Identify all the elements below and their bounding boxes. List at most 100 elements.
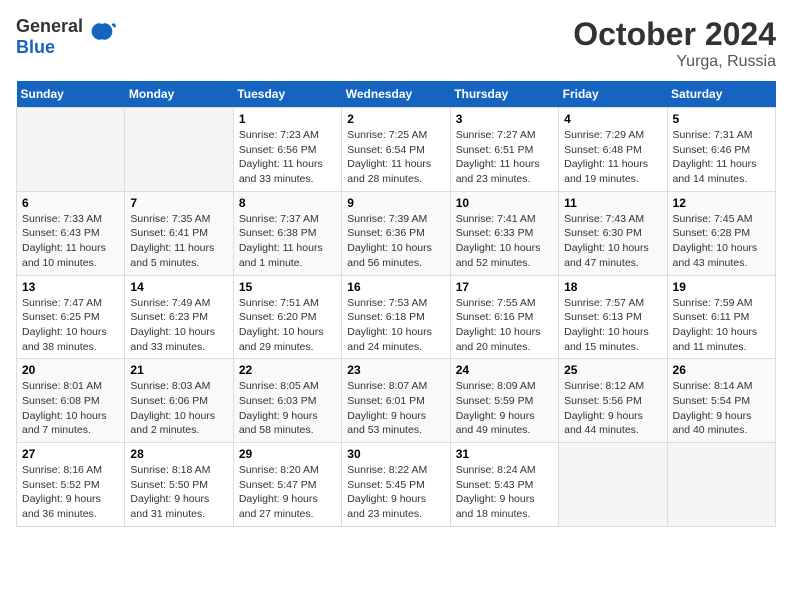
weekday-header-wednesday: Wednesday bbox=[342, 81, 450, 108]
calendar-cell: 21 Sunrise: 8:03 AMSunset: 6:06 PMDayligh… bbox=[125, 359, 233, 443]
calendar-week-row-2: 6Sunrise: 7:33 AMSunset: 6:43 PMDaylight… bbox=[17, 191, 776, 275]
calendar-cell: 2Sunrise: 7:25 AMSunset: 6:54 PMDaylight… bbox=[342, 108, 450, 192]
calendar-cell: 12 Sunrise: 7:45 AMSunset: 6:28 PMDayligh… bbox=[667, 191, 775, 275]
day-number: 25 bbox=[564, 363, 661, 377]
day-info: Sunrise: 8:09 AMSunset: 5:59 PMDaylight:… bbox=[456, 379, 553, 438]
day-info: Sunrise: 8:24 AMSunset: 5:43 PMDaylight:… bbox=[456, 463, 553, 522]
day-number: 9 bbox=[347, 196, 444, 210]
day-number: 16 bbox=[347, 280, 444, 294]
day-info: Sunrise: 7:45 AMSunset: 6:28 PMDaylight:… bbox=[673, 212, 770, 271]
calendar-cell: 14 Sunrise: 7:49 AMSunset: 6:23 PMDayligh… bbox=[125, 275, 233, 359]
day-info: Sunrise: 8:05 AMSunset: 6:03 PMDaylight:… bbox=[239, 379, 336, 438]
calendar-cell: 6Sunrise: 7:33 AMSunset: 6:43 PMDaylight… bbox=[17, 191, 125, 275]
calendar-cell: 18 Sunrise: 7:57 AMSunset: 6:13 PMDayligh… bbox=[559, 275, 667, 359]
calendar-cell: 22 Sunrise: 8:05 AMSunset: 6:03 PMDayligh… bbox=[233, 359, 341, 443]
day-info: Sunrise: 7:47 AMSunset: 6:25 PMDaylight:… bbox=[22, 296, 119, 355]
logo-blue: Blue bbox=[16, 37, 55, 57]
day-info: Sunrise: 7:49 AMSunset: 6:23 PMDaylight:… bbox=[130, 296, 227, 355]
day-number: 28 bbox=[130, 447, 227, 461]
day-info: Sunrise: 8:12 AMSunset: 5:56 PMDaylight:… bbox=[564, 379, 661, 438]
day-number: 10 bbox=[456, 196, 553, 210]
day-number: 7 bbox=[130, 196, 227, 210]
calendar-week-row-5: 27Sunrise: 8:16 AMSunset: 5:52 PMDayligh… bbox=[17, 443, 776, 527]
weekday-header-sunday: Sunday bbox=[17, 81, 125, 108]
day-number: 23 bbox=[347, 363, 444, 377]
day-number: 19 bbox=[673, 280, 770, 294]
calendar-cell: 28 Sunrise: 8:18 AMSunset: 5:50 PMDayligh… bbox=[125, 443, 233, 527]
day-info: Sunrise: 8:22 AMSunset: 5:45 PMDaylight:… bbox=[347, 463, 444, 522]
calendar-cell bbox=[559, 443, 667, 527]
day-info: Sunrise: 8:01 AMSunset: 6:08 PMDaylight:… bbox=[22, 379, 119, 438]
day-number: 17 bbox=[456, 280, 553, 294]
day-info: Sunrise: 7:59 AMSunset: 6:11 PMDaylight:… bbox=[673, 296, 770, 355]
calendar-cell: 16 Sunrise: 7:53 AMSunset: 6:18 PMDayligh… bbox=[342, 275, 450, 359]
day-info: Sunrise: 7:37 AMSunset: 6:38 PMDaylight:… bbox=[239, 212, 336, 271]
calendar-cell: 13 Sunrise: 7:47 AMSunset: 6:25 PMDayligh… bbox=[17, 275, 125, 359]
day-info: Sunrise: 7:31 AMSunset: 6:46 PMDaylight:… bbox=[673, 128, 770, 187]
bird-icon bbox=[87, 19, 117, 55]
calendar-cell: 11 Sunrise: 7:43 AMSunset: 6:30 PMDayligh… bbox=[559, 191, 667, 275]
weekday-header-tuesday: Tuesday bbox=[233, 81, 341, 108]
calendar-cell bbox=[125, 108, 233, 192]
day-info: Sunrise: 7:29 AMSunset: 6:48 PMDaylight:… bbox=[564, 128, 661, 187]
day-number: 18 bbox=[564, 280, 661, 294]
page-header: General Blue October 2024 Yurga, Russia bbox=[16, 16, 776, 71]
day-info: Sunrise: 8:20 AMSunset: 5:47 PMDaylight:… bbox=[239, 463, 336, 522]
calendar-week-row-4: 20 Sunrise: 8:01 AMSunset: 6:08 PMDayligh… bbox=[17, 359, 776, 443]
calendar-cell: 27Sunrise: 8:16 AMSunset: 5:52 PMDayligh… bbox=[17, 443, 125, 527]
day-number: 4 bbox=[564, 112, 661, 126]
calendar-cell: 29 Sunrise: 8:20 AMSunset: 5:47 PMDayligh… bbox=[233, 443, 341, 527]
weekday-header-row: SundayMondayTuesdayWednesdayThursdayFrid… bbox=[17, 81, 776, 108]
calendar-cell: 30Sunrise: 8:22 AMSunset: 5:45 PMDayligh… bbox=[342, 443, 450, 527]
day-number: 21 bbox=[130, 363, 227, 377]
day-number: 14 bbox=[130, 280, 227, 294]
calendar-table: SundayMondayTuesdayWednesdayThursdayFrid… bbox=[16, 81, 776, 527]
day-info: Sunrise: 7:57 AMSunset: 6:13 PMDaylight:… bbox=[564, 296, 661, 355]
day-info: Sunrise: 7:51 AMSunset: 6:20 PMDaylight:… bbox=[239, 296, 336, 355]
day-info: Sunrise: 7:43 AMSunset: 6:30 PMDaylight:… bbox=[564, 212, 661, 271]
weekday-header-monday: Monday bbox=[125, 81, 233, 108]
day-number: 5 bbox=[673, 112, 770, 126]
day-info: Sunrise: 7:25 AMSunset: 6:54 PMDaylight:… bbox=[347, 128, 444, 187]
title-block: October 2024 Yurga, Russia bbox=[573, 16, 776, 71]
day-number: 12 bbox=[673, 196, 770, 210]
calendar-cell: 7 Sunrise: 7:35 AMSunset: 6:41 PMDaylight… bbox=[125, 191, 233, 275]
day-info: Sunrise: 8:07 AMSunset: 6:01 PMDaylight:… bbox=[347, 379, 444, 438]
day-number: 13 bbox=[22, 280, 119, 294]
calendar-cell: 25 Sunrise: 8:12 AMSunset: 5:56 PMDayligh… bbox=[559, 359, 667, 443]
day-number: 3 bbox=[456, 112, 553, 126]
day-info: Sunrise: 7:27 AMSunset: 6:51 PMDaylight:… bbox=[456, 128, 553, 187]
day-info: Sunrise: 7:35 AMSunset: 6:41 PMDaylight:… bbox=[130, 212, 227, 271]
calendar-cell: 10 Sunrise: 7:41 AMSunset: 6:33 PMDayligh… bbox=[450, 191, 558, 275]
page-title: October 2024 bbox=[573, 16, 776, 53]
day-number: 24 bbox=[456, 363, 553, 377]
day-info: Sunrise: 7:41 AMSunset: 6:33 PMDaylight:… bbox=[456, 212, 553, 271]
calendar-cell: 31Sunrise: 8:24 AMSunset: 5:43 PMDayligh… bbox=[450, 443, 558, 527]
calendar-cell: 24 Sunrise: 8:09 AMSunset: 5:59 PMDayligh… bbox=[450, 359, 558, 443]
weekday-header-thursday: Thursday bbox=[450, 81, 558, 108]
calendar-cell: 3 Sunrise: 7:27 AMSunset: 6:51 PMDaylight… bbox=[450, 108, 558, 192]
logo: General Blue bbox=[16, 16, 117, 58]
calendar-cell bbox=[17, 108, 125, 192]
weekday-header-friday: Friday bbox=[559, 81, 667, 108]
day-number: 20 bbox=[22, 363, 119, 377]
day-info: Sunrise: 7:53 AMSunset: 6:18 PMDaylight:… bbox=[347, 296, 444, 355]
calendar-cell: 5 Sunrise: 7:31 AMSunset: 6:46 PMDaylight… bbox=[667, 108, 775, 192]
day-number: 11 bbox=[564, 196, 661, 210]
day-number: 26 bbox=[673, 363, 770, 377]
day-info: Sunrise: 8:14 AMSunset: 5:54 PMDaylight:… bbox=[673, 379, 770, 438]
calendar-week-row-1: 1Sunrise: 7:23 AMSunset: 6:56 PMDaylight… bbox=[17, 108, 776, 192]
day-number: 29 bbox=[239, 447, 336, 461]
calendar-cell: 4 Sunrise: 7:29 AMSunset: 6:48 PMDaylight… bbox=[559, 108, 667, 192]
day-info: Sunrise: 7:55 AMSunset: 6:16 PMDaylight:… bbox=[456, 296, 553, 355]
day-info: Sunrise: 8:18 AMSunset: 5:50 PMDaylight:… bbox=[130, 463, 227, 522]
day-info: Sunrise: 8:03 AMSunset: 6:06 PMDaylight:… bbox=[130, 379, 227, 438]
calendar-cell: 15 Sunrise: 7:51 AMSunset: 6:20 PMDayligh… bbox=[233, 275, 341, 359]
calendar-cell: 17 Sunrise: 7:55 AMSunset: 6:16 PMDayligh… bbox=[450, 275, 558, 359]
page-subtitle: Yurga, Russia bbox=[573, 53, 776, 71]
calendar-cell: 26 Sunrise: 8:14 AMSunset: 5:54 PMDayligh… bbox=[667, 359, 775, 443]
calendar-cell: 1Sunrise: 7:23 AMSunset: 6:56 PMDaylight… bbox=[233, 108, 341, 192]
day-number: 15 bbox=[239, 280, 336, 294]
calendar-week-row-3: 13 Sunrise: 7:47 AMSunset: 6:25 PMDayligh… bbox=[17, 275, 776, 359]
day-number: 22 bbox=[239, 363, 336, 377]
